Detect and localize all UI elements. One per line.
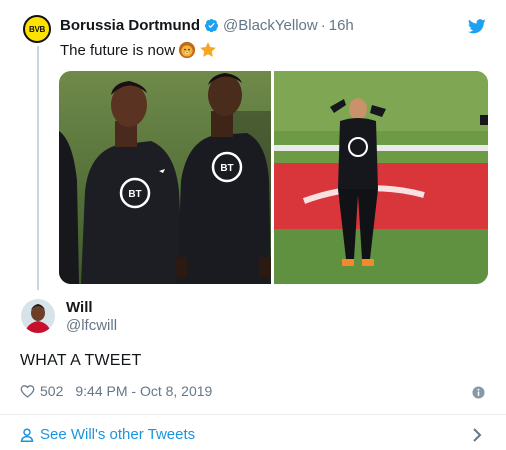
quoted-tweet-header: Borussia Dortmund @BlackYellow · 16h	[60, 17, 354, 34]
author-handle[interactable]: @BlackYellow	[223, 17, 318, 34]
separator-dot: ·	[320, 17, 326, 34]
verified-badge-icon	[204, 18, 219, 33]
tweet-time[interactable]: 16h	[329, 17, 354, 34]
quoted-tweet-text: The future is now	[60, 41, 217, 59]
photo-player-stretching[interactable]	[274, 71, 488, 284]
author-name[interactable]: Borussia Dortmund	[60, 17, 200, 34]
reply-author-handle[interactable]: @lfcwill	[66, 317, 117, 334]
chevron-right-icon[interactable]	[471, 427, 483, 443]
thread-line	[37, 46, 39, 290]
quoted-tweet[interactable]: BVB Borussia Dortmund @BlackYellow · 16h…	[0, 0, 506, 295]
star-emoji	[200, 42, 216, 57]
photo-players-training[interactable]: BT BT	[59, 71, 271, 284]
photo-players-image: BT BT	[59, 71, 271, 284]
media-grid[interactable]: BT BT	[59, 71, 488, 284]
see-more-label: See Will's other Tweets	[40, 426, 196, 443]
tweet-body: The future is now	[60, 41, 176, 59]
like-count[interactable]: 502	[40, 383, 63, 399]
avatar-image	[21, 299, 55, 333]
reply-avatar[interactable]	[21, 299, 55, 333]
shirt-logo-text-2: BT	[220, 163, 233, 174]
person-icon	[20, 427, 34, 442]
lion-face-emoji	[178, 41, 196, 59]
tweet-timestamp[interactable]: 9:44 PM - Oct 8, 2019	[75, 383, 212, 399]
twitter-bird-icon[interactable]	[468, 19, 486, 34]
footer-divider	[0, 414, 506, 415]
bvb-avatar[interactable]: BVB	[23, 15, 51, 43]
avatar-logo-text: BVB	[29, 24, 45, 34]
tweet-meta: 502 9:44 PM - Oct 8, 2019	[20, 383, 212, 399]
heart-icon[interactable]	[20, 384, 35, 398]
reply-author-name[interactable]: Will	[66, 299, 93, 316]
photo-stretch-image	[274, 71, 488, 284]
reply-tweet-text: WHAT A TWEET	[20, 352, 142, 369]
shirt-logo-text: BT	[128, 189, 141, 200]
see-more-tweets-link[interactable]: See Will's other Tweets	[20, 426, 195, 443]
info-icon[interactable]	[472, 386, 485, 399]
